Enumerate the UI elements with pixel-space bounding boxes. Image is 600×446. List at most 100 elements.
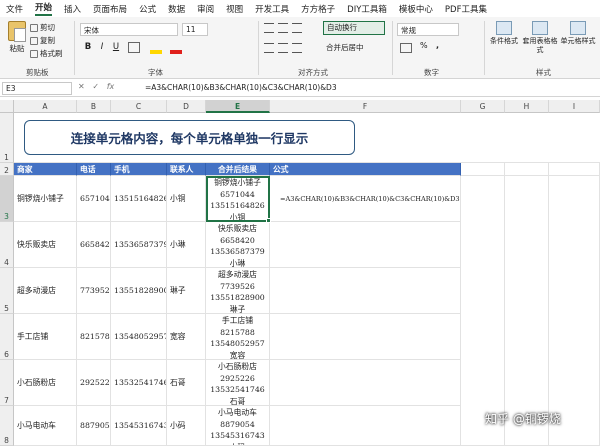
cell-contact[interactable]: 宽容 [167, 314, 206, 360]
column-header[interactable]: A [14, 100, 77, 113]
empty-column-h[interactable] [505, 176, 549, 446]
cell-merchant[interactable]: 小马电动车 [14, 406, 77, 446]
cell-merged[interactable]: 手工店铺 8215788 13548052957 宽容 [206, 314, 270, 360]
column-header[interactable]: D [167, 100, 206, 113]
cell-formula[interactable] [270, 222, 461, 268]
cell-merged[interactable]: 小马电动车 8879054 13545316743 小码 [206, 406, 270, 446]
empty-column-i[interactable] [549, 176, 600, 446]
cell-merchant[interactable]: 手工店铺 [14, 314, 77, 360]
cell-formula[interactable] [270, 406, 461, 446]
cell-mobile[interactable]: 13532541746 [111, 360, 167, 406]
tab-home[interactable]: 开始 [35, 1, 53, 16]
header-mobile[interactable]: 手机 [111, 163, 167, 176]
cell-formula[interactable] [270, 360, 461, 406]
tab-insert[interactable]: 插入 [64, 3, 81, 15]
cell-formula[interactable] [270, 314, 461, 360]
cell-contact[interactable]: 石哥 [167, 360, 206, 406]
wrap-text-button[interactable]: 自动换行 [323, 21, 385, 35]
cell-formula[interactable] [270, 268, 461, 314]
fill-color-icon[interactable] [150, 50, 162, 54]
copy-button[interactable]: 复制 [30, 34, 63, 47]
row-header[interactable]: 5 [0, 268, 14, 314]
fx-icon[interactable]: fx [107, 82, 115, 91]
fill-handle[interactable] [266, 218, 271, 223]
cell-merchant[interactable]: 铜锣烧小铺子 [14, 176, 77, 222]
cell-contact[interactable]: 小铜 [167, 176, 206, 222]
tab-file[interactable]: 文件 [6, 3, 23, 15]
cell-merchant[interactable]: 小石肠粉店 [14, 360, 77, 406]
cell-merged[interactable]: 超多动漫店 7739526 13551828900 琳子 [206, 268, 270, 314]
row-header[interactable]: 6 [0, 314, 14, 360]
cell-mobile[interactable]: 13515164826 [111, 176, 167, 222]
cell-mobile[interactable]: 13545316743 [111, 406, 167, 446]
cell-merged[interactable]: 快乐贩卖店 6658420 13536587379 小琳 [206, 222, 270, 268]
underline-button[interactable]: U [110, 41, 122, 54]
confirm-icon[interactable]: ✓ [92, 82, 99, 91]
align-right-icon[interactable] [292, 43, 302, 53]
paste-button[interactable]: 粘贴 [6, 21, 28, 61]
column-header[interactable]: F [270, 100, 461, 113]
tab-diy-toolbox[interactable]: DIY工具箱 [347, 3, 387, 15]
cell-merchant[interactable]: 快乐贩卖店 [14, 222, 77, 268]
tab-data[interactable]: 数据 [168, 3, 185, 15]
tab-review[interactable]: 审阅 [197, 3, 214, 15]
cell-formula[interactable]: =A3&CHAR(10)&B3&CHAR(10)&C3&CHAR(10)&D3 [270, 176, 461, 222]
row-header[interactable]: 7 [0, 360, 14, 406]
cell-mobile[interactable]: 13536587379 [111, 222, 167, 268]
bold-button[interactable]: B [82, 41, 94, 54]
italic-button[interactable]: I [96, 41, 108, 54]
header-merged[interactable]: 合并后结果 [206, 163, 270, 176]
tab-formulas[interactable]: 公式 [139, 3, 156, 15]
font-name-select[interactable]: 宋体 [80, 23, 178, 36]
cell-phone[interactable]: 6658420 [77, 222, 111, 268]
empty-cell[interactable] [505, 163, 549, 176]
cell-mobile[interactable]: 13548052957 [111, 314, 167, 360]
tab-view[interactable]: 视图 [226, 3, 243, 15]
column-header[interactable]: H [505, 100, 549, 113]
row-header[interactable]: 3 [0, 176, 14, 222]
currency-icon[interactable] [400, 43, 412, 53]
cell-contact[interactable]: 小琳 [167, 222, 206, 268]
header-merchant[interactable]: 商家 [14, 163, 77, 176]
formula-input[interactable]: =A3&CHAR(10)&B3&CHAR(10)&C3&CHAR(10)&D3 [145, 83, 337, 92]
tab-template-center[interactable]: 模板中心 [399, 3, 433, 15]
header-contact[interactable]: 联系人 [167, 163, 206, 176]
row-header[interactable]: 8 [0, 406, 14, 446]
tab-page-layout[interactable]: 页面布局 [93, 3, 127, 15]
cell-contact[interactable]: 琳子 [167, 268, 206, 314]
name-box[interactable]: E3 [2, 82, 72, 95]
cell-phone[interactable]: 8215788 [77, 314, 111, 360]
cell-phone[interactable]: 8879054 [77, 406, 111, 446]
column-header[interactable]: B [77, 100, 111, 113]
merge-center-button[interactable]: 合并后居中 [323, 41, 391, 55]
row-header[interactable]: 1 [0, 113, 14, 163]
font-color-icon[interactable] [170, 50, 182, 54]
row-header[interactable]: 2 [0, 163, 14, 176]
header-phone[interactable]: 电话 [77, 163, 111, 176]
cell-phone[interactable]: 7739526 [77, 268, 111, 314]
tab-pdf-tools[interactable]: PDF工具集 [445, 3, 487, 15]
cancel-icon[interactable]: ✕ [78, 82, 85, 91]
column-header[interactable]: I [549, 100, 600, 113]
cut-button[interactable]: 剪切 [30, 21, 63, 34]
empty-cell[interactable] [461, 163, 505, 176]
cell-contact[interactable]: 小码 [167, 406, 206, 446]
empty-column-g[interactable] [461, 176, 505, 446]
select-all-corner[interactable] [0, 100, 14, 113]
align-top-icon[interactable] [264, 23, 274, 33]
header-formula[interactable]: 公式 [270, 163, 461, 176]
align-bottom-icon[interactable] [292, 23, 302, 33]
borders-icon[interactable] [128, 42, 140, 53]
cell-merchant[interactable]: 超多动漫店 [14, 268, 77, 314]
cell-mobile[interactable]: 13551828900 [111, 268, 167, 314]
cell-phone[interactable]: 2925226 [77, 360, 111, 406]
cell-phone[interactable]: 6571044 [77, 176, 111, 222]
comma-button[interactable]: , [436, 41, 439, 50]
format-painter-button[interactable]: 格式刷 [30, 47, 63, 60]
font-size-select[interactable]: 11 [182, 23, 208, 36]
conditional-format-button[interactable]: 条件格式 [486, 21, 522, 46]
column-header[interactable]: G [461, 100, 505, 113]
column-header[interactable]: E [206, 100, 270, 113]
cell-styles-button[interactable]: 单元格样式 [560, 21, 596, 46]
empty-cell[interactable] [549, 163, 600, 176]
